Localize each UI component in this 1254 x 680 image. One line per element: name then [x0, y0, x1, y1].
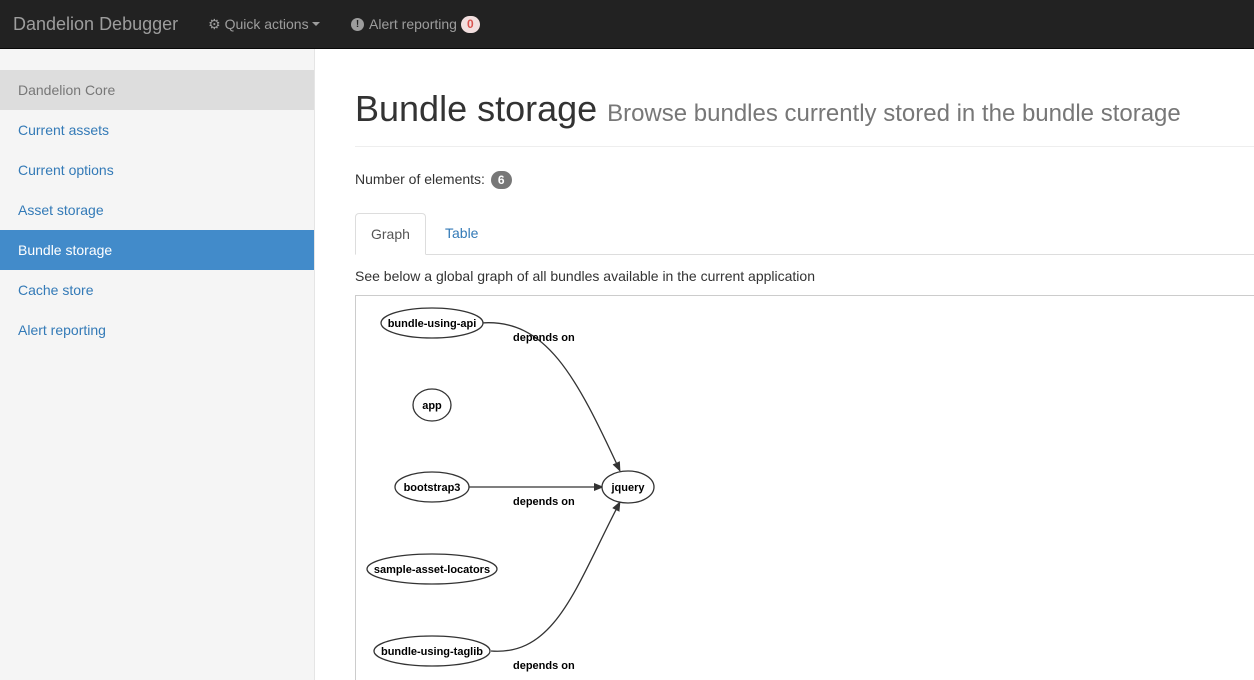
bundle-graph: depends on depends on depends on bundle-… — [355, 295, 1254, 680]
brand-link[interactable]: Dandelion Debugger — [13, 13, 178, 35]
edge-label: depends on — [513, 332, 575, 344]
sidebar-item-current-assets[interactable]: Current assets — [0, 110, 314, 150]
graph-node-label: jquery — [610, 482, 645, 494]
graph-node-label: bundle-using-api — [388, 318, 477, 330]
edge-bundle-using-api-jquery — [480, 322, 621, 472]
graph-node-bootstrap3: bootstrap3 — [394, 471, 470, 503]
graph-node-app: app — [412, 388, 452, 422]
chevron-down-icon — [311, 22, 320, 26]
element-count-label: Number of elements: — [355, 171, 485, 187]
graph-node-label: bundle-using-taglib — [381, 646, 483, 658]
alert-reporting-label: Alert reporting — [369, 16, 457, 32]
graph-node-bundle-using-api: bundle-using-api — [380, 307, 484, 339]
main-content: Bundle storage Browse bundles currently … — [355, 49, 1254, 680]
tab-table[interactable]: Table — [430, 213, 493, 255]
alert-reporting-link[interactable]: ! Alert reporting 0 — [351, 15, 480, 33]
alert-count-badge: 0 — [460, 15, 480, 33]
edge-bundle-using-taglib-jquery — [490, 501, 621, 652]
page-subtitle: Browse bundles currently stored in the b… — [607, 100, 1181, 127]
sidebar-item-alert-reporting[interactable]: Alert reporting — [0, 310, 314, 350]
sidebar: Dandelion Core Current assets Current op… — [0, 49, 315, 680]
graph-node-jquery: jquery — [601, 470, 655, 504]
exclamation-icon: ! — [351, 17, 364, 31]
quick-actions-dropdown[interactable]: ⚙ Quick actions — [208, 15, 320, 33]
graph-node-label: app — [422, 400, 442, 412]
element-count-badge: 6 — [490, 171, 512, 189]
bundle-graph-svg: depends on depends on depends on bundle-… — [366, 307, 655, 672]
element-count: Number of elements: 6 — [355, 170, 512, 189]
graph-node-sample-asset-locators: sample-asset-locators — [366, 553, 498, 585]
graph-node-label: bootstrap3 — [404, 482, 461, 494]
view-tabs: Graph Table — [355, 213, 1254, 255]
sidebar-item-bundle-storage[interactable]: Bundle storage — [0, 230, 314, 270]
page-title: Bundle storage — [355, 88, 598, 129]
sidebar-nav: Dandelion Core Current assets Current op… — [0, 70, 314, 350]
graph-description: See below a global graph of all bundles … — [355, 268, 815, 284]
gear-icon: ⚙ — [208, 16, 221, 32]
page-header: Bundle storage Browse bundles currently … — [355, 88, 1254, 147]
quick-actions-label: Quick actions — [224, 16, 309, 32]
tab-graph[interactable]: Graph — [355, 213, 426, 255]
top-navbar: Dandelion Debugger ⚙ Quick actions ! Ale… — [0, 0, 1254, 49]
graph-node-label: sample-asset-locators — [374, 564, 490, 576]
sidebar-header-dandelion-core: Dandelion Core — [0, 70, 314, 110]
edge-label: depends on — [513, 496, 575, 508]
edge-label: depends on — [513, 660, 575, 672]
sidebar-item-current-options[interactable]: Current options — [0, 150, 314, 190]
sidebar-item-cache-store[interactable]: Cache store — [0, 270, 314, 310]
graph-node-bundle-using-taglib: bundle-using-taglib — [373, 635, 491, 667]
sidebar-item-asset-storage[interactable]: Asset storage — [0, 190, 314, 230]
